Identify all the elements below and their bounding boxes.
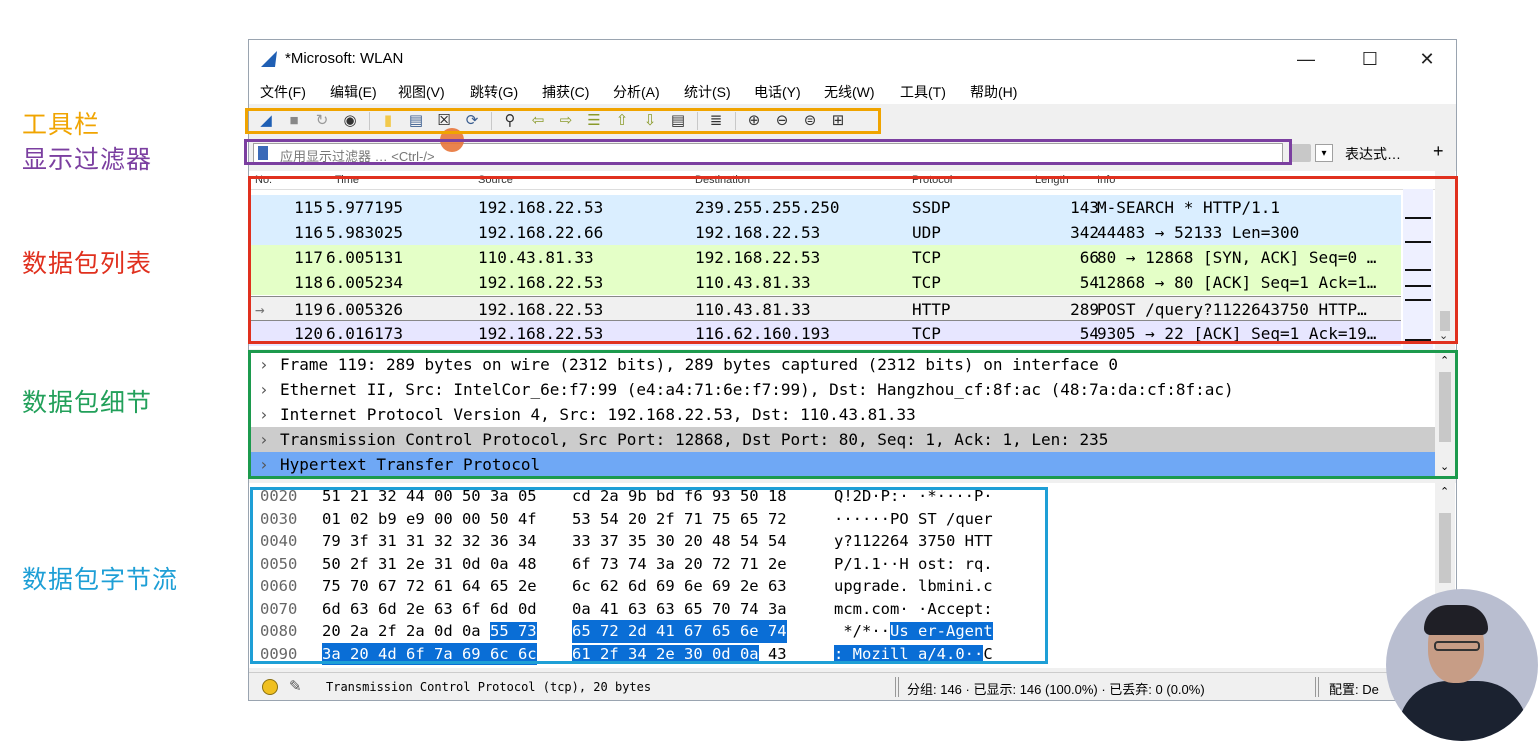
annotation-packet-details-label: 数据包细节	[22, 389, 153, 417]
presenter-body	[1398, 681, 1528, 741]
status-packet-stats: 分组: 146 · 已显示: 146 (100.0%) · 已丢弃: 0 (0.…	[907, 682, 1205, 697]
maximize-button[interactable]: ☐	[1347, 46, 1393, 72]
annotation-box-packet-bytes	[250, 487, 1048, 664]
filter-history-dropdown[interactable]: ▾	[1315, 144, 1333, 162]
apply-filter-button[interactable]	[1289, 144, 1311, 162]
menu-help[interactable]: 帮助(H)	[970, 82, 1017, 102]
expression-button[interactable]: 表达式…	[1345, 144, 1401, 164]
menu-view[interactable]: 视图(V)	[398, 82, 445, 102]
close-button[interactable]: ✕	[1404, 46, 1450, 72]
minimize-button[interactable]: —	[1283, 46, 1329, 72]
status-bar: ✎ Transmission Control Protocol (tcp), 2…	[249, 672, 1456, 700]
annotation-toolbar-label: 工具栏	[22, 111, 101, 139]
status-profile[interactable]: 配置: De	[1329, 679, 1379, 698]
title-bar: *Microsoft: WLAN — ☐ ✕	[249, 40, 1456, 78]
status-separator	[895, 677, 899, 697]
annotation-box-packet-list	[248, 176, 1458, 344]
menu-statistics[interactable]: 统计(S)	[684, 82, 731, 102]
menu-telephony[interactable]: 电话(Y)	[754, 82, 801, 102]
add-filter-button[interactable]: +	[1433, 141, 1444, 162]
webcam-overlay	[1386, 589, 1538, 741]
annotation-packet-bytes-label: 数据包字节流	[22, 566, 179, 594]
menu-go[interactable]: 跳转(G)	[470, 82, 518, 102]
menu-wireless[interactable]: 无线(W)	[824, 82, 875, 102]
annotation-box-toolbar	[245, 108, 881, 134]
edit-comment-icon[interactable]: ✎	[289, 677, 302, 695]
annotation-packet-list-label: 数据包列表	[22, 250, 153, 278]
status-separator	[1315, 677, 1319, 697]
window-title: *Microsoft: WLAN	[285, 50, 404, 67]
menu-file[interactable]: 文件(F)	[260, 82, 306, 102]
menu-tools[interactable]: 工具(T)	[900, 82, 946, 102]
annotation-box-packet-details	[248, 350, 1458, 479]
scroll-up-icon[interactable]: ⌃	[1440, 485, 1449, 498]
menu-analyze[interactable]: 分析(A)	[613, 82, 660, 102]
status-field-text: Transmission Control Protocol (tcp), 20 …	[326, 680, 652, 694]
presenter-hair	[1424, 605, 1488, 635]
annotation-filter-label: 显示过滤器	[22, 146, 153, 174]
menu-bar: 文件(F) 编辑(E) 视图(V) 跳转(G) 捕获(C) 分析(A) 统计(S…	[249, 78, 1456, 104]
annotation-box-filter	[244, 139, 1292, 165]
presenter-glasses	[1434, 641, 1480, 651]
menu-capture[interactable]: 捕获(C)	[542, 82, 589, 102]
menu-edit[interactable]: 编辑(E)	[330, 82, 377, 102]
wireshark-fin-icon	[261, 51, 277, 67]
expert-info-icon[interactable]	[262, 679, 278, 695]
